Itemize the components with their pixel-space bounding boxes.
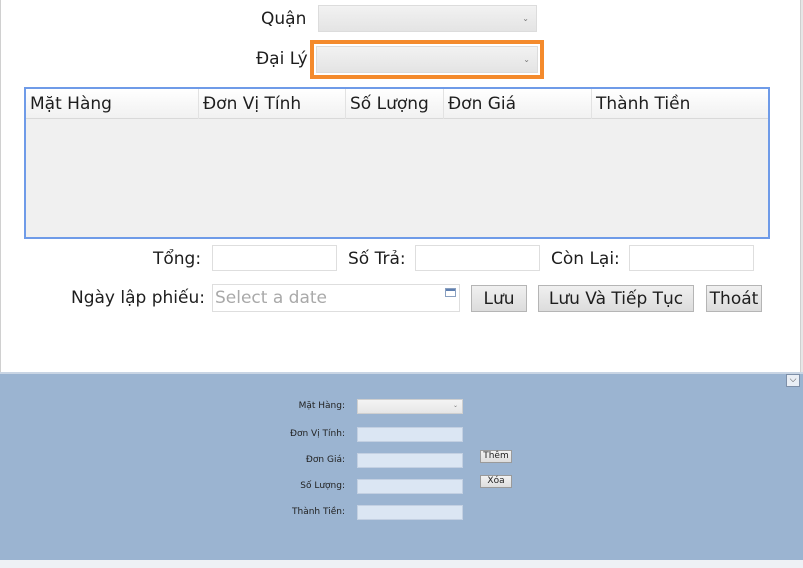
exit-button[interactable]: Thoát bbox=[706, 285, 762, 312]
window-bottom-edge bbox=[0, 560, 803, 568]
so-tra-field[interactable] bbox=[415, 245, 540, 271]
panel-so-luong-field[interactable] bbox=[357, 479, 463, 494]
items-grid[interactable]: Mặt Hàng Đơn Vị Tính Số Lượng Đơn Giá Th… bbox=[24, 87, 770, 239]
add-button[interactable]: Thêm bbox=[480, 450, 512, 463]
chevron-down-icon: ⌄ bbox=[523, 54, 530, 64]
column-header-don-vi-tinh[interactable]: Đơn Vị Tính bbox=[199, 89, 346, 119]
panel-so-luong-label: Số Lượng: bbox=[300, 481, 345, 491]
column-header-so-luong[interactable]: Số Lượng bbox=[346, 89, 444, 119]
column-header-mat-hang[interactable]: Mặt Hàng bbox=[26, 89, 199, 119]
quan-select[interactable]: ⌄ bbox=[318, 5, 537, 32]
chevron-down-icon: ⌄ bbox=[522, 13, 529, 23]
save-continue-button[interactable]: Lưu Và Tiếp Tục bbox=[538, 285, 694, 312]
con-lai-field[interactable] bbox=[629, 245, 754, 271]
panel-don-gia-label: Đơn Giá: bbox=[305, 455, 345, 465]
delete-button[interactable]: Xóa bbox=[480, 475, 512, 488]
con-lai-label: Còn Lại: bbox=[551, 249, 620, 269]
daily-label: Đại Lý bbox=[256, 49, 308, 69]
calendar-icon[interactable] bbox=[445, 288, 456, 297]
column-header-thanh-tien[interactable]: Thành Tiền bbox=[592, 89, 768, 119]
ngay-lap-phieu-label: Ngày lập phiếu: bbox=[71, 288, 205, 308]
collapse-icon[interactable]: ⌵ bbox=[786, 374, 800, 387]
chevron-down-icon: ⌄ bbox=[452, 402, 458, 409]
panel-don-vi-tinh-label: Đơn Vị Tính: bbox=[289, 429, 345, 439]
panel-mat-hang-label: Mặt Hàng: bbox=[298, 401, 345, 411]
save-button[interactable]: Lưu bbox=[471, 285, 527, 312]
daily-select[interactable]: ⌄ bbox=[316, 46, 538, 73]
grid-header: Mặt Hàng Đơn Vị Tính Số Lượng Đơn Giá Th… bbox=[26, 89, 768, 119]
so-tra-label: Số Trả: bbox=[348, 249, 406, 269]
tong-field[interactable] bbox=[212, 245, 337, 271]
date-placeholder: Select a date bbox=[215, 288, 328, 308]
item-entry-panel: ⌵ Mặt Hàng: ⌄ Đơn Vị Tính: Đơn Giá: Số L… bbox=[0, 374, 803, 568]
panel-mat-hang-select[interactable]: ⌄ bbox=[357, 399, 463, 414]
panel-thanh-tien-field[interactable] bbox=[357, 505, 463, 520]
panel-don-gia-field[interactable] bbox=[357, 453, 463, 468]
panel-thanh-tien-label: Thành Tiền: bbox=[292, 507, 345, 517]
tong-label: Tổng: bbox=[153, 249, 202, 269]
column-header-don-gia[interactable]: Đơn Giá bbox=[444, 89, 592, 119]
date-picker-input[interactable]: Select a date bbox=[212, 284, 460, 312]
panel-don-vi-tinh-field[interactable] bbox=[357, 427, 463, 442]
quan-label: Quận bbox=[261, 9, 307, 29]
